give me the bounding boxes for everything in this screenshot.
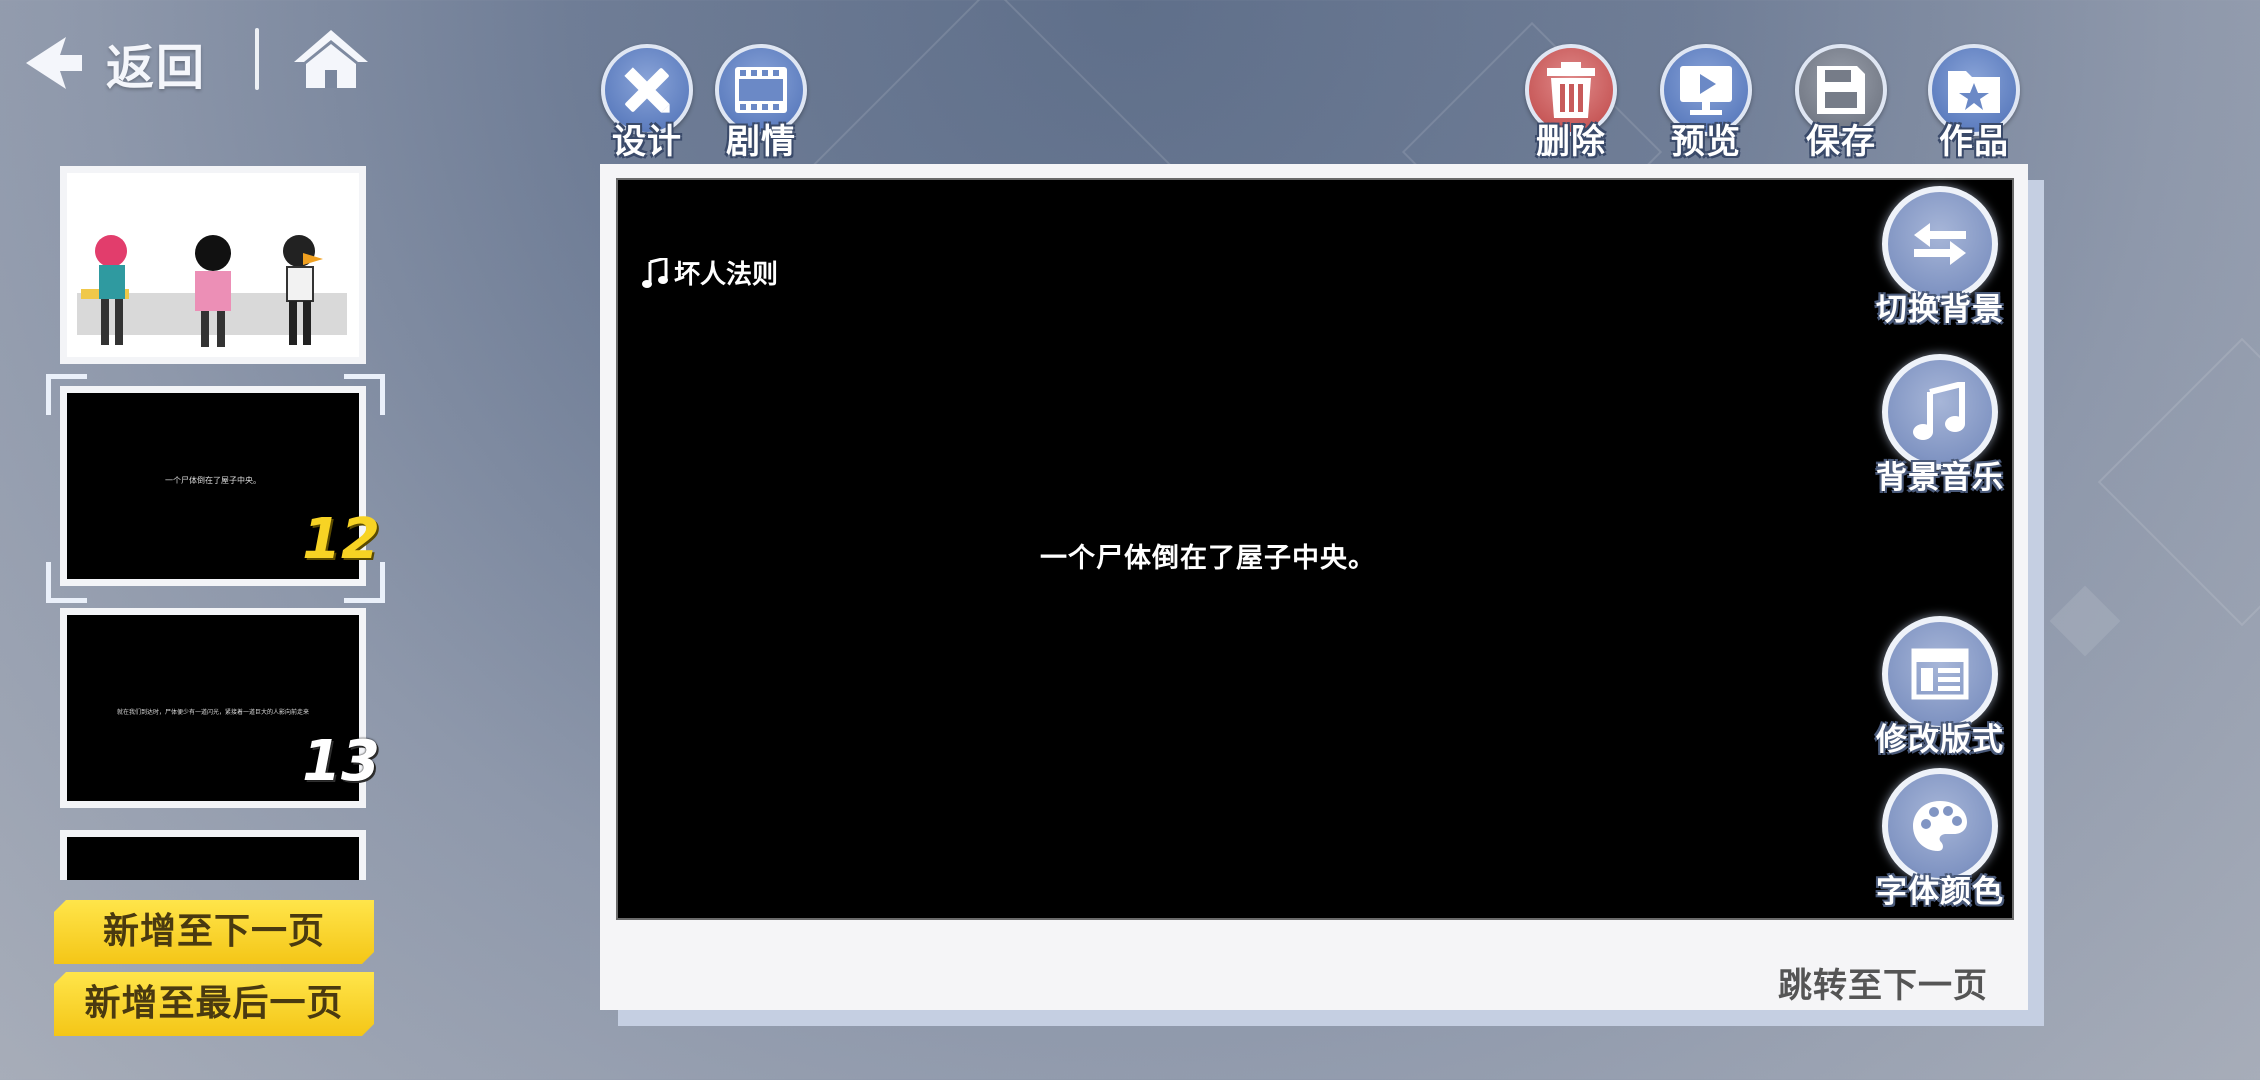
add-last-page-button[interactable]: 新增至最后一页 [54,972,374,1036]
nav-divider [255,28,259,90]
page-thumbnail[interactable]: 就在我们到达时，尸体便少有一道闪光，紧接着一道巨大的人影向前走来 13 [60,608,380,808]
back-label: 返回 [106,40,207,96]
save-button[interactable]: 保存 [1791,44,1891,163]
thumbnail-preview [67,173,359,357]
page-thumbnail-selected[interactable]: 一个尸体倒在了屋子中央。 12 [60,386,380,586]
works-button[interactable]: 作品 [1924,44,2024,163]
character-scene-image [67,173,359,357]
home-icon[interactable] [292,28,370,90]
save-disk-icon [1817,66,1865,114]
add-next-page-button[interactable]: 新增至下一页 [54,900,374,964]
jump-next-page-link[interactable]: 跳转至下一页 [1778,958,1988,1007]
palette-icon [1913,801,1967,851]
change-layout-button[interactable]: 修改版式 [1870,616,2010,759]
background-music-button[interactable]: 背景音乐 [1870,354,2010,497]
delete-button[interactable]: 删除 [1521,44,1621,163]
switch-background-label: 切换背景 [1876,292,2004,328]
plot-button[interactable]: 剧情 [711,44,811,163]
back-button[interactable]: 返回 [22,28,206,98]
music-note-icon [642,257,668,288]
background-decoration [2049,585,2121,657]
music-note-icon [1913,382,1965,440]
delete-label: 删除 [1536,122,1606,162]
pencil-ruler-icon [624,67,670,113]
page-stage[interactable]: 坏人法则 一个尸体倒在了屋子中央。 [616,178,2014,920]
page-number: 12 [302,507,380,572]
plot-label: 剧情 [726,122,796,162]
film-strip-icon [735,67,787,113]
page-thumbnail[interactable] [60,830,366,880]
folder-star-icon [1948,71,2000,113]
page-number: 13 [302,729,380,794]
thumbnail-preview [67,837,359,880]
switch-background-button[interactable]: 切换背景 [1870,186,2010,329]
page-thumbnail[interactable] [60,166,366,364]
thumbnail-caption: 一个尸体倒在了屋子中央。 [165,476,261,485]
works-label: 作品 [1939,122,2009,162]
preview-button[interactable]: 预览 [1656,44,1756,163]
background-music-label: 背景音乐 [1876,460,2004,496]
narration-text[interactable]: 一个尸体倒在了屋子中央。 [618,536,1798,575]
trash-icon [1547,62,1595,118]
music-tag: 坏人法则 [642,254,778,291]
change-layout-label: 修改版式 [1876,722,2004,758]
save-label: 保存 [1806,122,1876,162]
font-color-label: 字体颜色 [1876,874,2004,910]
music-title: 坏人法则 [674,260,779,290]
swap-arrows-icon [1914,223,1966,265]
layout-icon [1911,648,1969,700]
font-color-button[interactable]: 字体颜色 [1870,768,2010,911]
design-label: 设计 [612,122,682,162]
thumbnail-caption: 就在我们到达时，尸体便少有一道闪光，紧接着一道巨大的人影向前走来 [116,709,309,716]
preview-play-icon [1680,66,1732,115]
design-button[interactable]: 设计 [597,44,697,163]
preview-label: 预览 [1671,122,1741,162]
background-decoration [2097,337,2260,627]
back-arrow-icon [26,37,82,89]
